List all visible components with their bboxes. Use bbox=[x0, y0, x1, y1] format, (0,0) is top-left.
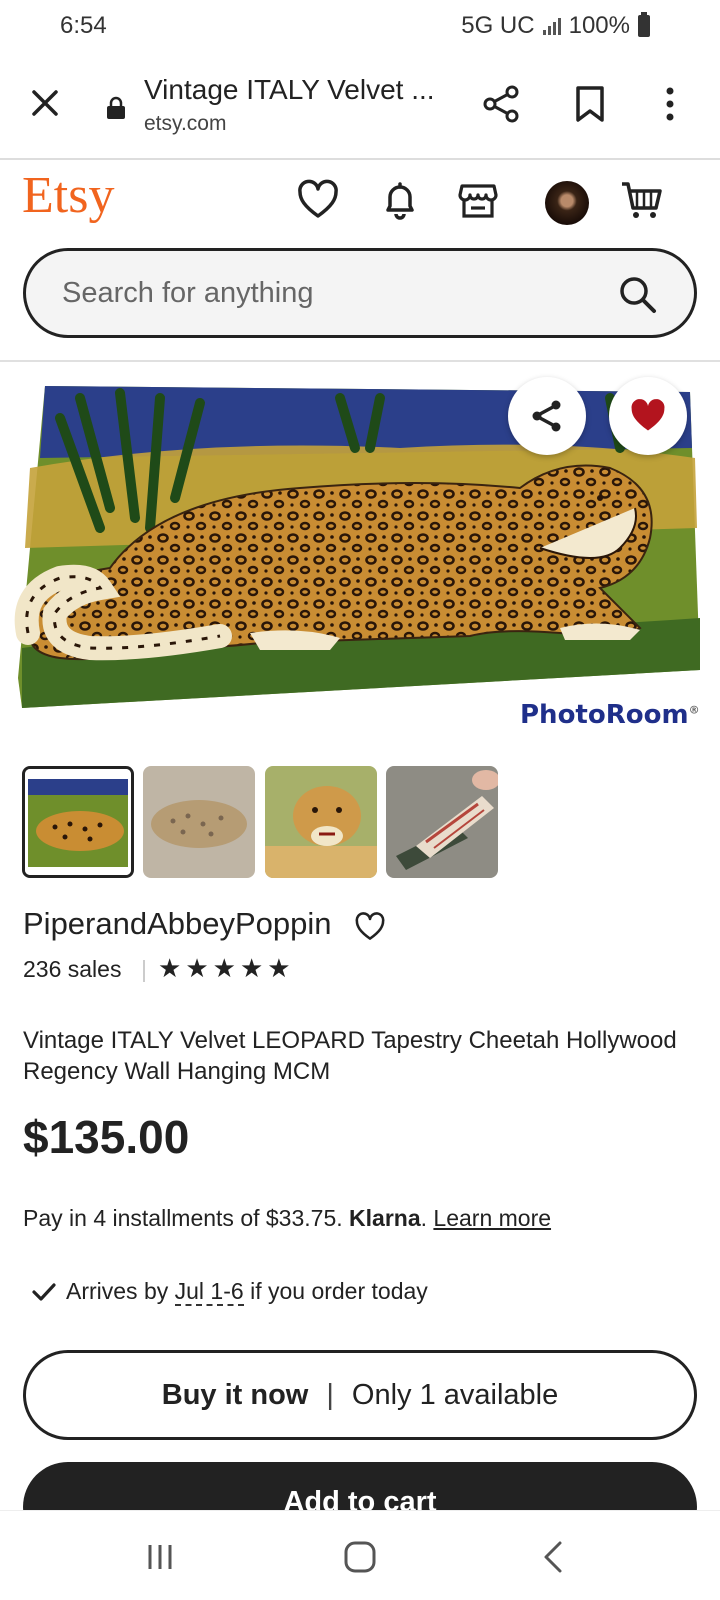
thumbnail-4[interactable] bbox=[386, 766, 498, 878]
recent-apps-icon[interactable] bbox=[140, 1539, 180, 1575]
heart-icon[interactable] bbox=[296, 178, 340, 222]
thumbnail-image bbox=[265, 766, 377, 878]
system-nav-bar bbox=[0, 1510, 720, 1600]
buy-it-now-button[interactable]: Buy it now | Only 1 available bbox=[23, 1350, 697, 1440]
divider bbox=[0, 360, 720, 362]
thumbnail-image bbox=[143, 766, 255, 878]
site-header: Etsy bbox=[0, 160, 720, 240]
heart-filled-icon bbox=[631, 399, 665, 431]
bookmark-icon[interactable] bbox=[570, 84, 610, 124]
cart-icon[interactable] bbox=[620, 178, 664, 222]
sales-count: 236 sales bbox=[23, 956, 122, 982]
avatar[interactable] bbox=[545, 181, 589, 225]
divider bbox=[143, 960, 145, 982]
page-domain[interactable]: etsy.com bbox=[144, 112, 226, 136]
home-icon[interactable] bbox=[340, 1539, 380, 1575]
bell-icon[interactable] bbox=[378, 178, 422, 222]
arrives-prefix: Arrives by bbox=[66, 1278, 169, 1304]
installments-info: Pay in 4 installments of $33.75. Klarna.… bbox=[23, 1205, 552, 1231]
star-icon: ★ bbox=[212, 953, 236, 983]
battery-icon bbox=[638, 12, 650, 37]
price: $135.00 bbox=[23, 1111, 190, 1163]
star-icon: ★ bbox=[158, 953, 182, 983]
thumbnail-image bbox=[25, 769, 131, 875]
back-icon[interactable] bbox=[534, 1539, 574, 1575]
check-icon bbox=[32, 1282, 56, 1301]
thumbnail-1[interactable] bbox=[22, 766, 134, 878]
more-icon[interactable] bbox=[650, 84, 690, 124]
share-icon[interactable] bbox=[482, 84, 522, 124]
buy-now-label: Buy it now bbox=[161, 1378, 309, 1411]
watermark: PhotoRoom® bbox=[520, 700, 700, 730]
signal-icon bbox=[542, 17, 561, 35]
page-title[interactable]: Vintage ITALY Velvet ... bbox=[144, 74, 435, 106]
delivery-estimate: Arrives by Jul 1-6 if you order today bbox=[32, 1278, 428, 1306]
battery-label: 100% bbox=[568, 12, 630, 39]
star-rating[interactable]: ★ ★ ★ ★ ★ bbox=[158, 955, 291, 981]
close-icon[interactable] bbox=[28, 86, 62, 120]
etsy-logo[interactable]: Etsy bbox=[22, 166, 114, 225]
listing-title: Vintage ITALY Velvet LEOPARD Tapestry Ch… bbox=[23, 1027, 677, 1085]
share-image-button[interactable] bbox=[508, 377, 586, 455]
star-icon: ★ bbox=[239, 953, 264, 983]
arrival-dates[interactable]: Jul 1-6 bbox=[174, 1278, 244, 1306]
favorite-button[interactable] bbox=[609, 377, 687, 455]
star-icon: ★ bbox=[267, 953, 291, 983]
thumbnail-2[interactable] bbox=[143, 766, 255, 878]
shop-name-link[interactable]: PiperandAbbeyPoppin bbox=[23, 906, 332, 942]
search-placeholder: Search for anything bbox=[62, 277, 314, 309]
status-bar: 6:54 5G UC 100% bbox=[0, 0, 720, 52]
network-label: 5G UC bbox=[461, 12, 535, 39]
search-input[interactable]: Search for anything bbox=[23, 248, 697, 338]
availability-label: Only 1 available bbox=[351, 1378, 559, 1411]
shop-icon[interactable] bbox=[456, 178, 500, 222]
favorite-shop-icon[interactable] bbox=[354, 912, 386, 942]
browser-toolbar: Vintage ITALY Velvet ... etsy.com bbox=[0, 56, 720, 156]
star-icon: ★ bbox=[185, 953, 209, 983]
search-icon[interactable] bbox=[618, 275, 658, 315]
installments-text: Pay in 4 installments of $33.75. bbox=[23, 1205, 343, 1231]
thumbnail-3[interactable] bbox=[265, 766, 377, 878]
klarna-label: Klarna bbox=[349, 1205, 421, 1231]
status-indicators: 5G UC 100% bbox=[461, 12, 650, 40]
separator: | bbox=[326, 1378, 334, 1411]
arrives-suffix: if you order today bbox=[250, 1278, 428, 1304]
lock-icon bbox=[107, 96, 125, 119]
learn-more-link[interactable]: Learn more bbox=[433, 1205, 551, 1231]
thumbnail-image bbox=[386, 766, 498, 878]
status-time: 6:54 bbox=[60, 12, 107, 39]
share-icon bbox=[532, 400, 561, 432]
